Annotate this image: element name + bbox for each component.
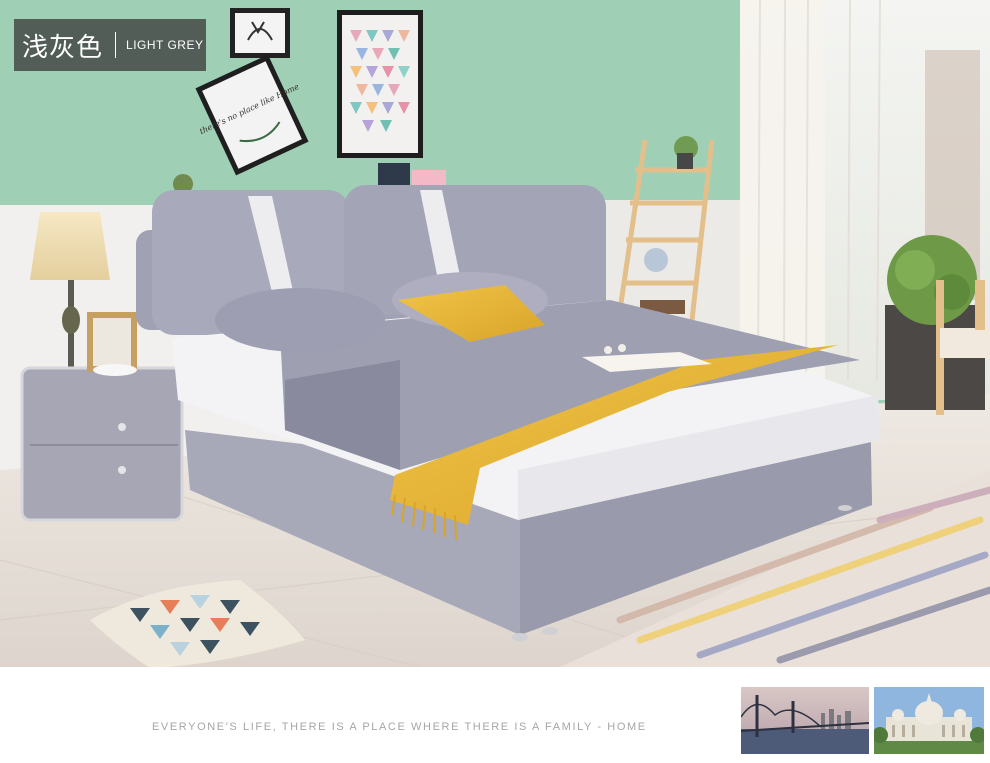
color-name-tag: 浅灰色 LIGHT GREY xyxy=(14,19,206,71)
pillow-left xyxy=(215,288,385,352)
product-hero-photo: there's no place like Home 浅灰色 LIGHT GRE… xyxy=(0,0,990,667)
shelf-flowers xyxy=(644,248,668,272)
drawer-knob-bottom xyxy=(118,466,126,474)
slogan-text: EVERYONE'S LIFE, THERE IS A PLACE WHERE … xyxy=(152,721,647,733)
footer-strip: EVERYONE'S LIFE, THERE IS A PLACE WHERE … xyxy=(0,667,990,763)
left-lamp-shade xyxy=(30,212,110,280)
tag-divider xyxy=(115,32,117,58)
palace-thumbnail xyxy=(874,687,984,754)
bedroom-scene: there's no place like Home xyxy=(0,0,990,667)
color-name-english: LIGHT GREY xyxy=(126,38,204,52)
color-name-chinese: 浅灰色 xyxy=(22,32,104,63)
curtain-left xyxy=(740,0,825,380)
bridge-city-thumbnail xyxy=(741,687,869,754)
drawer-knob-top xyxy=(118,423,126,431)
